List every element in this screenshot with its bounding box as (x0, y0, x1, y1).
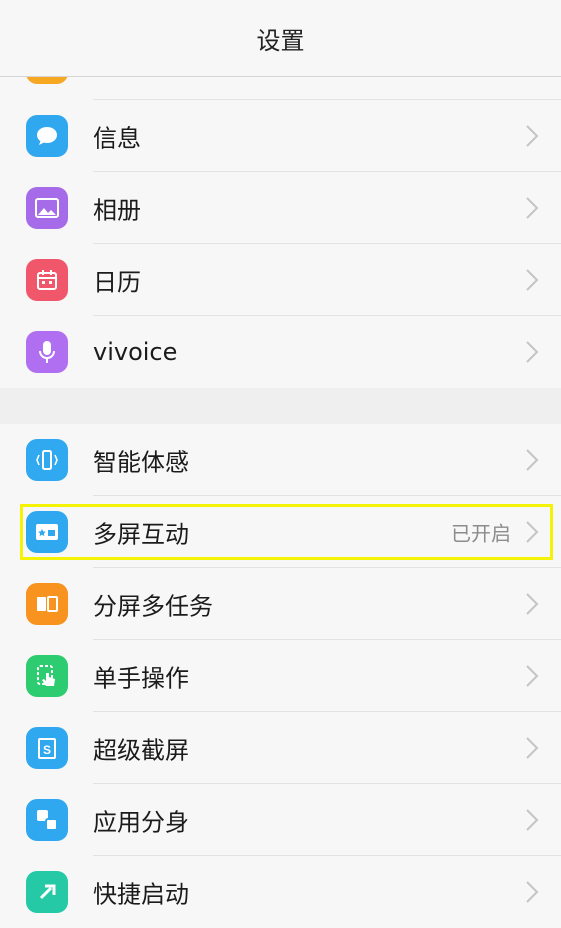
settings-row-quick-launch[interactable]: 快捷启动 (0, 856, 561, 928)
calendar-icon (26, 259, 68, 301)
chevron-right-icon (526, 197, 539, 219)
chevron-right-icon (526, 665, 539, 687)
settings-row-messages[interactable]: 信息 (0, 100, 561, 172)
chevron-right-icon (526, 521, 539, 543)
settings-row-smart-motion[interactable]: 智能体感 (0, 424, 561, 496)
split-screen-icon (26, 583, 68, 625)
super-screenshot-label: 超级截屏 (93, 736, 189, 765)
chevron-right-icon (526, 809, 539, 831)
split-screen-label: 分屏多任务 (93, 592, 213, 621)
settings-row-split-screen[interactable]: 分屏多任务 (0, 568, 561, 640)
calendar-label: 日历 (93, 268, 141, 297)
quick-launch-icon (26, 871, 68, 913)
chat-bubble-icon (26, 115, 68, 157)
settings-row-super-screenshot[interactable]: S 超级截屏 (0, 712, 561, 784)
one-hand-label: 单手操作 (93, 664, 189, 693)
quick-launch-label: 快捷启动 (93, 880, 189, 909)
vivoice-label: vivoice (93, 338, 178, 366)
messages-label: 信息 (93, 124, 141, 153)
chevron-right-icon (526, 593, 539, 615)
album-label: 相册 (93, 196, 141, 225)
settings-row-vivoice[interactable]: vivoice (0, 316, 561, 388)
page-title: 设置 (256, 26, 305, 55)
settings-row-one-hand[interactable]: 单手操作 (0, 640, 561, 712)
multi-screen-status: 已开启 (451, 521, 511, 546)
chevron-right-icon (526, 341, 539, 363)
chevron-right-icon (526, 881, 539, 903)
chevron-right-icon (526, 269, 539, 291)
chevron-right-icon (526, 125, 539, 147)
hand-tap-icon (26, 655, 68, 697)
section-spacer (0, 388, 561, 424)
settings-row-app-clone[interactable]: 应用分身 (0, 784, 561, 856)
settings-row-multi-screen[interactable]: 多屏互动 已开启 (0, 496, 561, 568)
smart-motion-label: 智能体感 (93, 448, 189, 477)
app-clone-label: 应用分身 (93, 808, 189, 837)
svg-text:S: S (43, 743, 51, 757)
microphone-icon (26, 331, 68, 373)
settings-group-features: 智能体感 多屏互动 已开启 分屏多任务 单手操作 S 超级截屏 应用分身 快捷启… (0, 424, 561, 928)
chevron-right-icon (526, 737, 539, 759)
settings-row-calendar[interactable]: 日历 (0, 244, 561, 316)
settings-group-apps: 信息 相册 日历 vivoice (0, 100, 561, 388)
chevron-right-icon (526, 449, 539, 471)
settings-row-album[interactable]: 相册 (0, 172, 561, 244)
screenshot-icon: S (26, 727, 68, 769)
app-clone-icon (26, 799, 68, 841)
settings-header: 设置 (0, 0, 561, 77)
phone-tilt-icon (26, 439, 68, 481)
multi-screen-label: 多屏互动 (93, 520, 189, 549)
screen-cast-icon (26, 511, 68, 553)
picture-icon (26, 187, 68, 229)
